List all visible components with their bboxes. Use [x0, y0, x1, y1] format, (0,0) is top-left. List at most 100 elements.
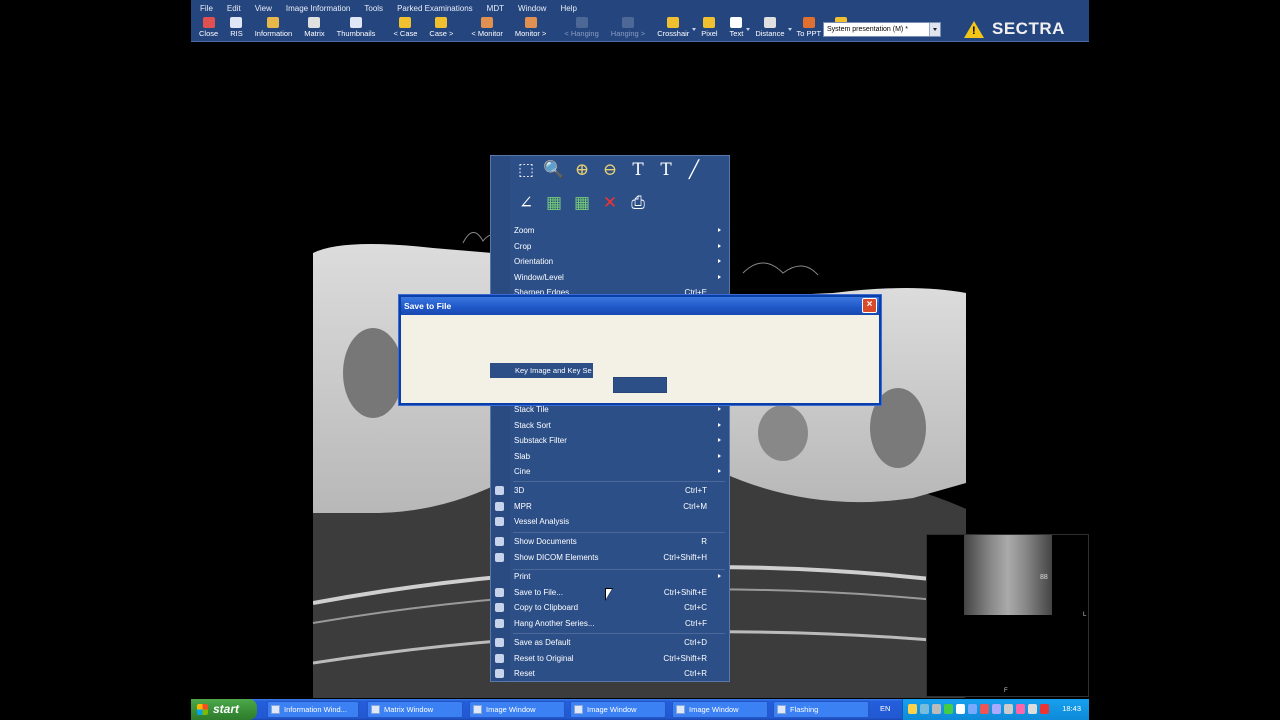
toolbar-text-button[interactable]: Text	[726, 16, 751, 42]
menu-item-window-level[interactable]: Window/Level	[491, 270, 729, 285]
print-icon[interactable]: ⎙	[627, 192, 649, 214]
dialog-title-bar[interactable]: Save to File ×	[401, 297, 879, 315]
window-icon	[371, 705, 380, 714]
menu-mdt[interactable]: MDT	[487, 4, 504, 13]
menu-item-reset-to-original[interactable]: Reset to Original Ctrl+Shift+R	[491, 651, 729, 666]
menu-item-zoom[interactable]: Zoom	[491, 223, 729, 238]
toolbar-matrix-button[interactable]: Matrix	[300, 16, 328, 42]
taskbar-image-window[interactable]: Image Window	[570, 701, 666, 718]
toolbar-label: Information	[254, 29, 293, 38]
menu-item-stack-sort[interactable]: Stack Sort	[491, 418, 729, 433]
toolbar-label: Monitor >	[514, 29, 547, 38]
pan-icon[interactable]: ⬚	[515, 159, 537, 181]
orientation-label-right: L	[1083, 612, 1087, 618]
menu-edit[interactable]: Edit	[227, 4, 241, 13]
menu-item-save-as-default[interactable]: Save as Default Ctrl+D	[491, 635, 729, 650]
menu-window[interactable]: Window	[518, 4, 546, 13]
start-button[interactable]: start	[191, 699, 257, 720]
toolbar-ris-button[interactable]: RIS	[226, 16, 247, 42]
menu-item-shortcut: Ctrl+T	[685, 486, 707, 495]
taskbar: start EN 18:43 Information Wind... Matrix…	[191, 699, 1089, 720]
menu-item-reset[interactable]: Reset Ctrl+R	[491, 666, 729, 681]
warning-icon[interactable]	[964, 20, 984, 38]
toolbar-icon-row: ⬚ 🔍 ⊕ ⊖ T T ╱	[515, 159, 711, 181]
toolbar-monitor-button[interactable]: Monitor >	[511, 16, 550, 42]
toolbar-distance-button[interactable]: Distance	[751, 16, 792, 42]
menu-item-mpr[interactable]: MPR Ctrl+M	[491, 499, 729, 514]
toolbar-label: < Monitor	[471, 29, 503, 38]
zoom-out-icon[interactable]: ⊖	[599, 159, 621, 181]
toolbar-monitor-button[interactable]: < Monitor	[467, 16, 506, 42]
angle-icon[interactable]: ∠	[515, 192, 537, 214]
stack-play-icon[interactable]: ▦	[543, 192, 565, 214]
tray-icon[interactable]	[980, 704, 989, 714]
menu-view[interactable]: View	[255, 4, 272, 13]
tray-icon[interactable]	[1016, 704, 1025, 714]
menu-item-show-documents[interactable]: Show Documents R	[491, 534, 729, 549]
taskbar-image-window[interactable]: Image Window	[469, 701, 565, 718]
toolbar-label: Thumbnails	[336, 29, 376, 38]
chevron-down-icon[interactable]	[929, 23, 940, 36]
taskbar-image-window[interactable]: Image Window	[672, 701, 768, 718]
menu-item-crop[interactable]: Crop	[491, 239, 729, 254]
tray-icon[interactable]	[1040, 704, 1049, 714]
menu-item-cine[interactable]: Cine	[491, 464, 729, 479]
ruler-icon[interactable]: ╱	[683, 159, 705, 181]
text-arrow-icon[interactable]: T	[655, 159, 677, 181]
menu-item-hang-another-series[interactable]: Hang Another Series... Ctrl+F	[491, 616, 729, 631]
close-icon[interactable]: ×	[862, 298, 877, 313]
menu-file[interactable]: File	[200, 4, 213, 13]
tray-icon[interactable]	[992, 704, 1001, 714]
toolbar-pixel-button[interactable]: Pixel	[697, 16, 721, 42]
menu-tools[interactable]: Tools	[364, 4, 383, 13]
presentation-select[interactable]: System presentation (M) *	[823, 22, 941, 37]
menu-image-information[interactable]: Image Information	[286, 4, 350, 13]
menu-item-3d[interactable]: 3D Ctrl+T	[491, 483, 729, 498]
delete-measure-icon[interactable]: ✕	[599, 192, 621, 214]
tray-icon[interactable]	[932, 704, 941, 714]
toolbar-information-button[interactable]: Information	[251, 16, 297, 42]
tray-icon[interactable]	[920, 704, 929, 714]
menu-item-slab[interactable]: Slab	[491, 449, 729, 464]
dialog-button[interactable]	[613, 377, 667, 393]
tray-icon[interactable]	[956, 704, 965, 714]
toolbar-label: < Case	[393, 29, 418, 38]
thumbnail-image[interactable]	[964, 535, 1052, 615]
toolbar-close-button[interactable]: Close	[195, 16, 222, 42]
taskbar-flashing[interactable]: Flashing	[773, 701, 869, 718]
vessel-icon	[495, 517, 504, 526]
menu-item-copy-to-clipboard[interactable]: Copy to Clipboard Ctrl+C	[491, 600, 729, 615]
tray-icon[interactable]	[908, 704, 917, 714]
tray-icon[interactable]	[1028, 704, 1037, 714]
toolbar-case-button[interactable]: Case >	[425, 16, 457, 42]
menu-parked-examinations[interactable]: Parked Examinations	[397, 4, 473, 13]
toolbar-crosshair-button[interactable]: Crosshair	[653, 16, 697, 42]
highlighted-menu-item[interactable]: Key Image and Key Se	[490, 363, 593, 378]
tray-icon[interactable]	[1004, 704, 1013, 714]
mpr-icon	[495, 501, 504, 511]
taskbar-task-label: Information Wind...	[284, 705, 347, 714]
taskbar-matrix-window[interactable]: Matrix Window	[367, 701, 463, 718]
taskbar-task-label: Flashing	[790, 705, 819, 714]
menu-item-orientation[interactable]: Orientation	[491, 254, 729, 269]
tray-icon[interactable]	[944, 704, 953, 714]
tray-icon[interactable]	[968, 704, 977, 714]
clock: 18:43	[1062, 704, 1081, 713]
menu-item-vessel-analysis[interactable]: Vessel Analysis	[491, 514, 729, 529]
toolbar-to-ppt-button[interactable]: To PPT	[793, 16, 828, 42]
toolbar-thumbnails-button[interactable]: Thumbnails	[333, 16, 380, 42]
language-indicator[interactable]: EN	[880, 704, 890, 713]
toolbar-case-button[interactable]: < Case	[389, 16, 421, 42]
stack-next-icon[interactable]: ▦	[571, 192, 593, 214]
zoom-in-icon[interactable]: ⊕	[571, 159, 593, 181]
magnify-icon[interactable]: 🔍	[543, 159, 565, 181]
thumbnail-pane[interactable]: 88 L F	[926, 534, 1089, 697]
text-tool-icon[interactable]: T	[627, 159, 649, 181]
menu-item-print[interactable]: Print	[491, 569, 729, 584]
windows-logo-icon	[197, 704, 208, 715]
menu-item-substack-filter[interactable]: Substack Filter	[491, 433, 729, 448]
toolbar-label: To PPT	[796, 29, 822, 38]
menu-help[interactable]: Help	[560, 4, 576, 13]
menu-item-show-dicom-elements[interactable]: Show DICOM Elements Ctrl+Shift+H	[491, 550, 729, 565]
taskbar-information-wind[interactable]: Information Wind...	[267, 701, 359, 718]
